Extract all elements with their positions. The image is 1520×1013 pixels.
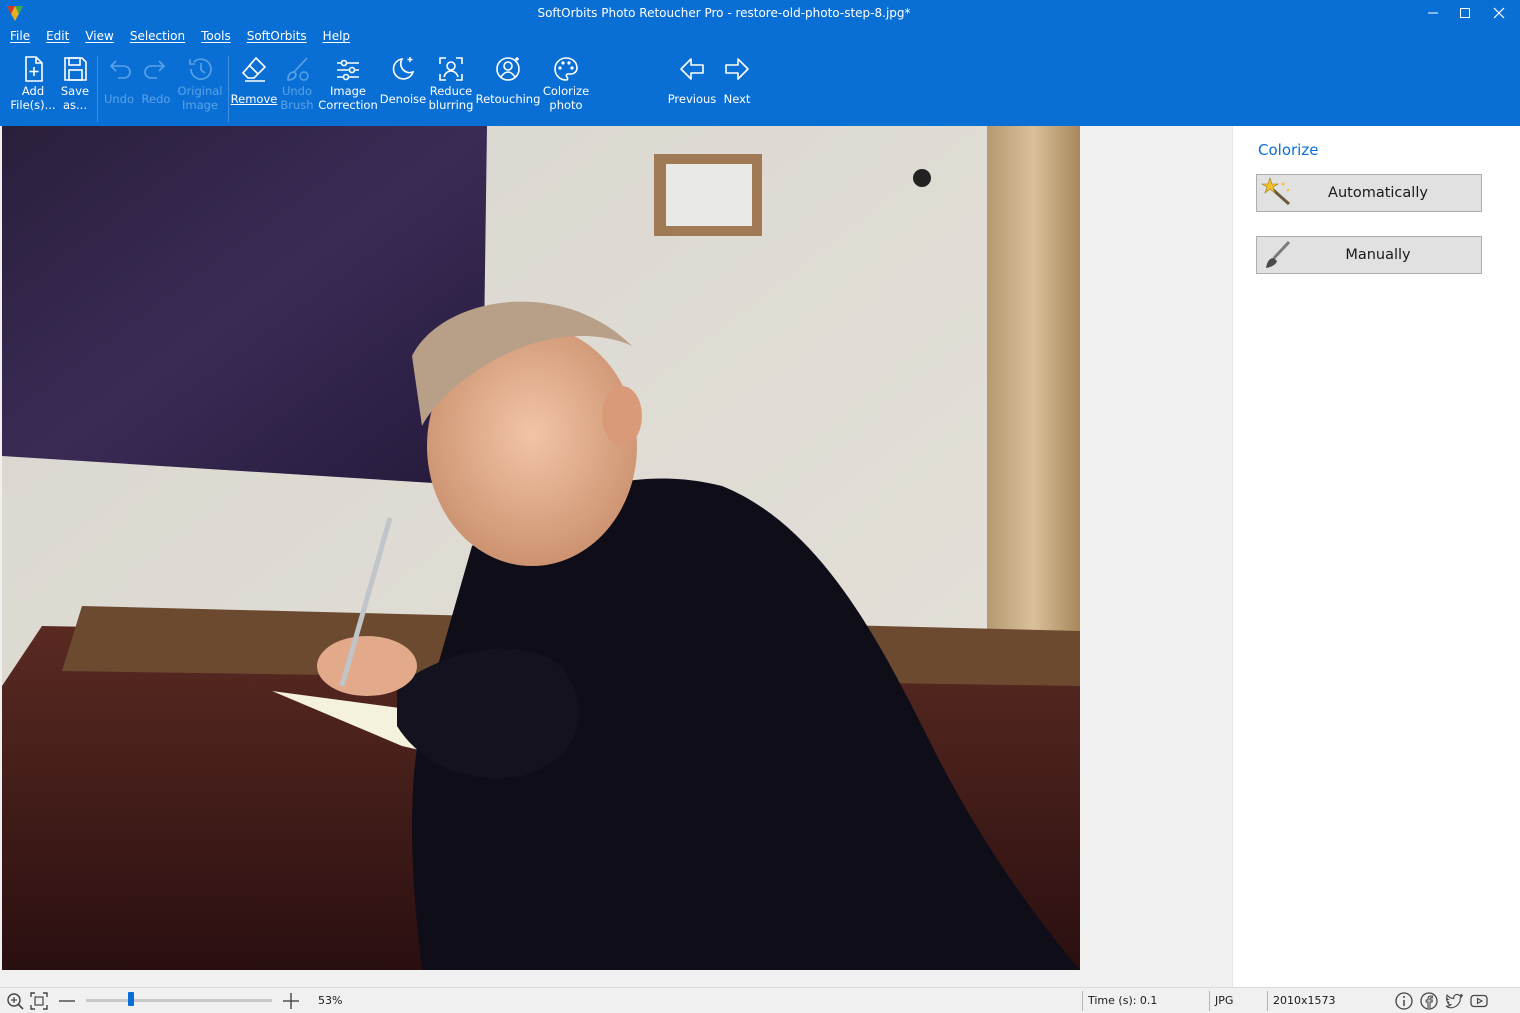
undo-button[interactable]: Undo (102, 52, 136, 122)
redo-button[interactable]: Redo (139, 52, 173, 122)
twitter-icon[interactable] (1444, 991, 1464, 1011)
original-image-label: Original Image (177, 84, 223, 112)
add-files-label: Add File(s)... (10, 84, 56, 112)
arrow-right-icon (722, 54, 752, 84)
save-icon (60, 54, 90, 84)
zoom-out-icon[interactable] (57, 991, 77, 1011)
time-status: Time (s): 0.1 (1082, 991, 1208, 1011)
zoom-value: 53% (318, 994, 343, 1007)
next-button[interactable]: Next (720, 52, 754, 122)
zoom-slider[interactable] (86, 999, 272, 1002)
title-bar: SoftOrbits Photo Retoucher Pro - restore… (0, 0, 1520, 28)
save-as-button[interactable]: Save as... (56, 52, 94, 122)
dimensions-status: 2010x1573 (1267, 991, 1377, 1011)
toolbar-separator (97, 56, 98, 122)
ribbon-area: SoftOrbits Photo Retoucher Pro - restore… (0, 0, 1520, 126)
arrow-left-icon (677, 54, 707, 84)
denoise-label: Denoise (379, 92, 427, 106)
facebook-icon[interactable] (1419, 991, 1439, 1011)
retouching-label: Retouching (475, 92, 541, 106)
undo-brush-button[interactable]: Undo Brush (279, 52, 315, 122)
manually-label: Manually (1345, 247, 1411, 263)
eraser-icon (239, 54, 269, 84)
menu-selection[interactable]: Selection (130, 29, 185, 47)
add-file-icon (18, 54, 48, 84)
automatically-button[interactable]: Automatically (1256, 174, 1482, 212)
menu-view[interactable]: View (85, 29, 113, 47)
add-files-button[interactable]: Add File(s)... (10, 52, 56, 122)
automatically-label: Automatically (1328, 185, 1428, 201)
colorize-panel: Colorize Automatically Manually (1232, 126, 1520, 987)
fit-screen-icon[interactable] (29, 991, 49, 1011)
user-sparkle-icon (493, 54, 523, 84)
denoise-button[interactable]: Denoise (380, 52, 426, 122)
close-icon (1493, 7, 1505, 19)
previous-button[interactable]: Previous (667, 52, 717, 122)
toolbar: Add File(s)... Save as... Undo Redo Orig… (0, 52, 1520, 124)
undo-label: Undo (103, 92, 135, 106)
menu-file[interactable]: File (10, 29, 30, 47)
redo-label: Redo (141, 92, 171, 106)
remove-button[interactable]: Remove (231, 52, 277, 122)
focus-person-icon (436, 54, 466, 84)
undo-icon (104, 54, 134, 84)
format-status: JPG (1209, 991, 1267, 1011)
reduce-blurring-button[interactable]: Reduce blurring (428, 52, 474, 122)
maximize-button[interactable] (1448, 0, 1482, 26)
image-correction-label: Image Correction (318, 84, 378, 112)
manually-button[interactable]: Manually (1256, 236, 1482, 274)
zoom-plus-icon[interactable] (281, 991, 301, 1011)
undo-brush-label: Undo Brush (280, 84, 314, 112)
redo-icon (141, 54, 171, 84)
magic-wand-icon (1260, 176, 1295, 210)
menu-softorbits[interactable]: SoftOrbits (247, 29, 307, 47)
youtube-icon[interactable] (1469, 991, 1489, 1011)
previous-label: Previous (667, 92, 717, 106)
menu-tools[interactable]: Tools (201, 29, 231, 47)
palette-icon (551, 54, 581, 84)
menu-bar: File Edit View Selection Tools SoftOrbit… (10, 29, 366, 47)
info-icon[interactable] (1394, 991, 1414, 1011)
zoom-in-icon[interactable] (5, 991, 25, 1011)
close-button[interactable] (1482, 0, 1516, 26)
panel-title: Colorize (1258, 141, 1319, 159)
image-canvas[interactable] (0, 126, 1232, 987)
history-icon (185, 54, 215, 84)
minimize-icon (1428, 12, 1438, 14)
minimize-button[interactable] (1416, 0, 1450, 26)
toolbar-separator (228, 56, 229, 122)
brush-icon (282, 54, 312, 84)
status-bar: 53% Time (s): 0.1 JPG 2010x1573 (0, 987, 1520, 1013)
save-as-label: Save as... (60, 84, 90, 112)
colorized-photo (2, 126, 1080, 970)
menu-edit[interactable]: Edit (46, 29, 69, 47)
colorize-photo-label: Colorize photo (542, 84, 590, 112)
image-correction-button[interactable]: Image Correction (318, 52, 378, 122)
retouching-button[interactable]: Retouching (475, 52, 541, 122)
menu-help[interactable]: Help (323, 29, 350, 47)
next-label: Next (723, 92, 751, 106)
remove-label: Remove (230, 92, 278, 106)
zoom-slider-thumb[interactable] (127, 992, 134, 1006)
maximize-icon (1460, 8, 1470, 18)
paintbrush-icon (1261, 238, 1295, 272)
colorize-photo-button[interactable]: Colorize photo (541, 52, 591, 122)
original-image-button[interactable]: Original Image (175, 52, 225, 122)
reduce-blurring-label: Reduce blurring (428, 84, 474, 112)
moon-stars-icon (388, 54, 418, 84)
window-title: SoftOrbits Photo Retoucher Pro - restore… (537, 6, 911, 20)
sliders-icon (333, 54, 363, 84)
